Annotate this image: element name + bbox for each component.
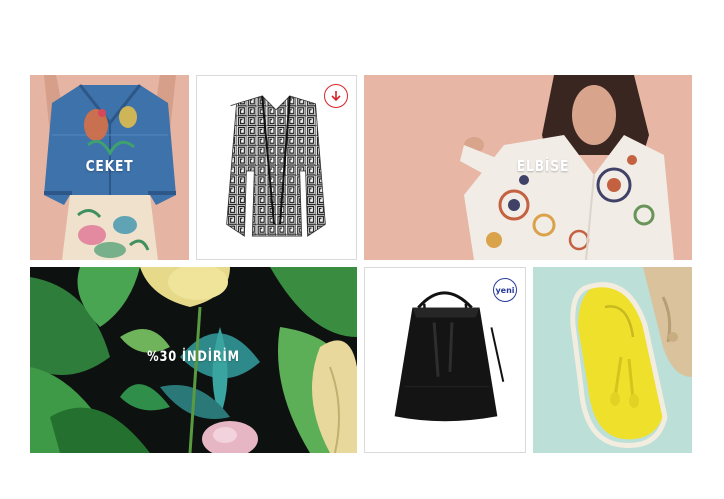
sale-banner-tile[interactable]: %30 İNDİRİM bbox=[30, 267, 357, 453]
dress-category-label: ELBİSE bbox=[516, 157, 570, 175]
dress-category-tile[interactable]: ELBİSE bbox=[364, 75, 692, 260]
new-product-badge: yeni bbox=[493, 278, 517, 302]
cardigan-product-tile[interactable] bbox=[196, 75, 357, 260]
arrow-down-circle-icon[interactable] bbox=[324, 84, 348, 108]
category-grid: CEKET ELBİSE %30 İNDİRİM yeni bbox=[0, 0, 724, 499]
jacket-category-tile[interactable]: CEKET bbox=[30, 75, 189, 260]
jacket-category-label: CEKET bbox=[85, 157, 134, 175]
yellow-loafers-image bbox=[533, 267, 692, 453]
sale-banner-label: %30 İNDİRİM bbox=[147, 349, 240, 365]
bag-product-tile[interactable]: yeni bbox=[364, 267, 526, 453]
shoes-category-tile[interactable] bbox=[533, 267, 692, 453]
